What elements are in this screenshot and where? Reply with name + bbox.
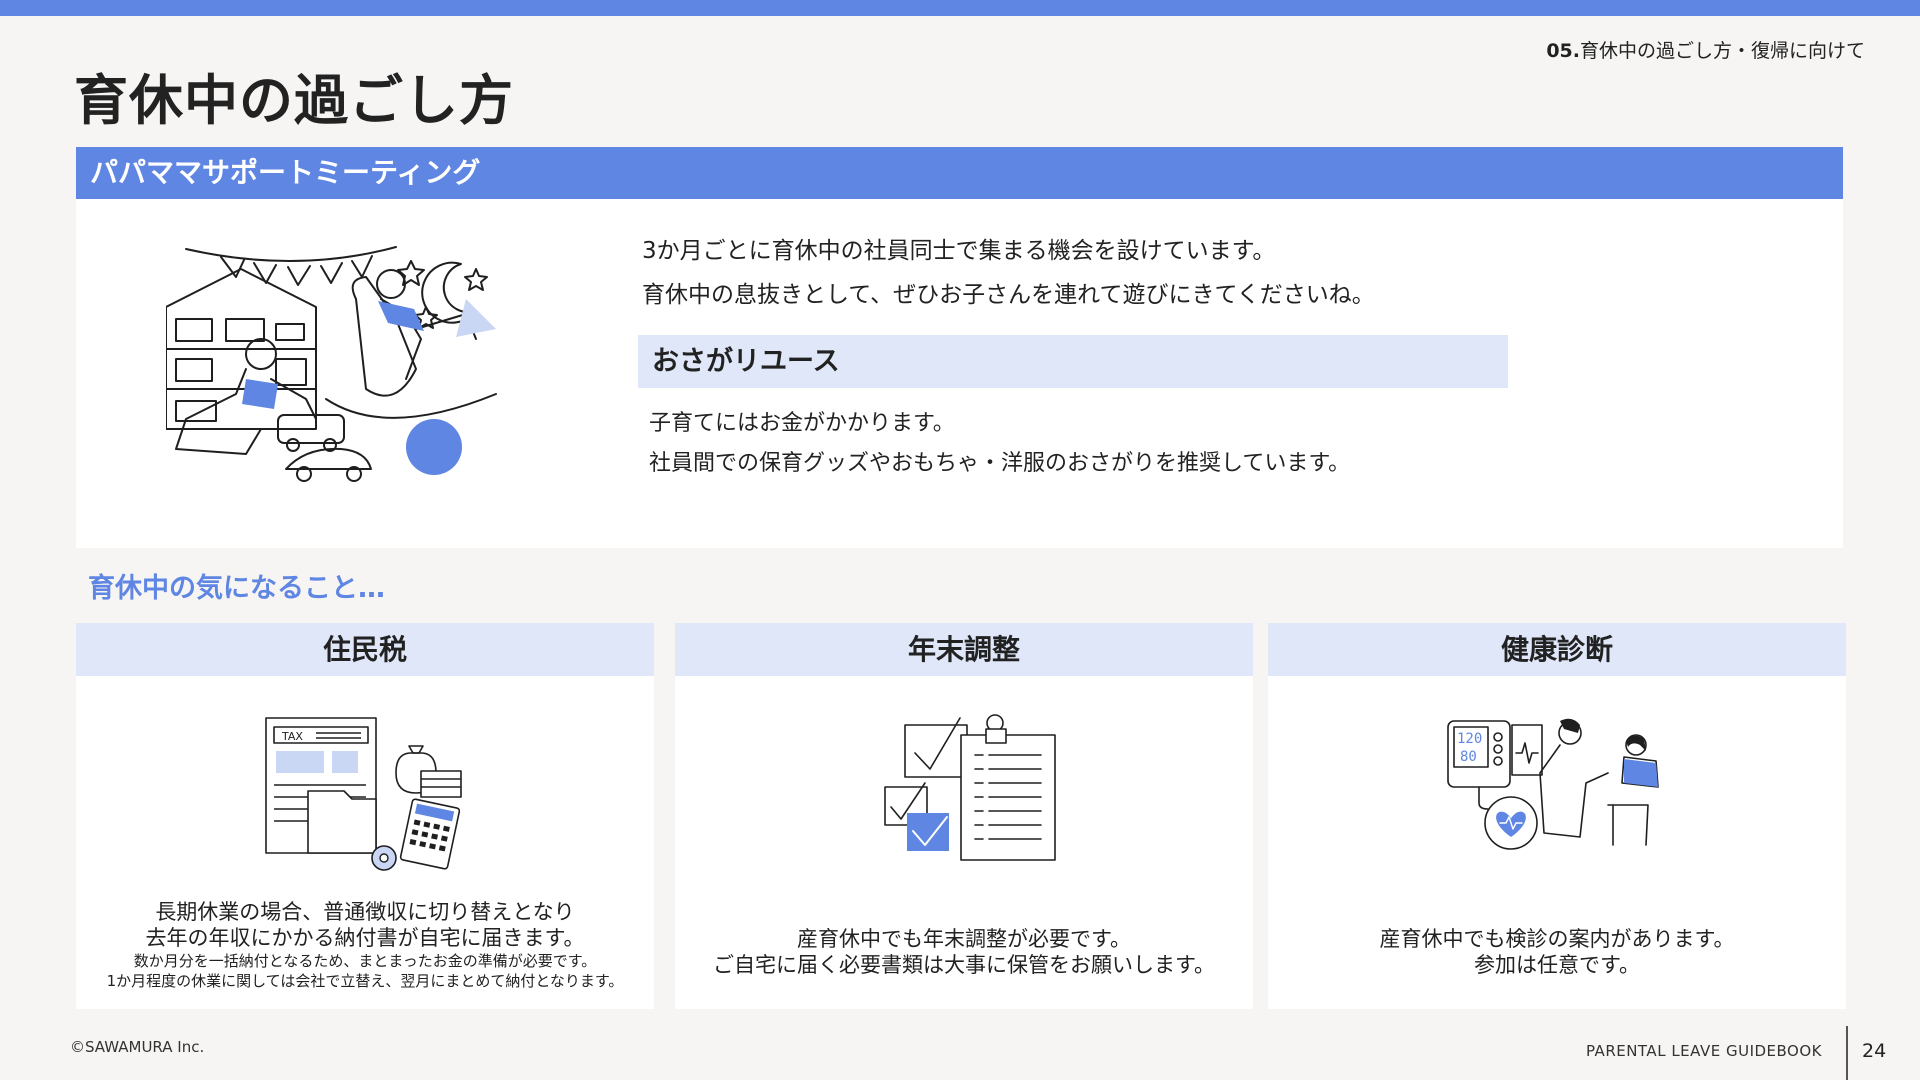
- page-number: 24: [1862, 1040, 1887, 1062]
- osagari-line: 子育てにはお金がかかります。: [649, 411, 955, 436]
- card-main-line: 去年の年収にかかる納付書が自宅に届きます。: [145, 926, 585, 950]
- card-main-line: ご自宅に届く必要書類は大事に保管をお願いします。: [713, 953, 1215, 977]
- osagari-line: 社員間での保育グッズやおもちゃ・洋服のおさがりを推奨しています。: [649, 451, 1351, 476]
- osagari-description: 子育てにはお金がかかります。 社員間での保育グッズやおもちゃ・洋服のおさがりを推…: [649, 404, 1350, 484]
- monitor-diastolic: 80: [1460, 749, 1477, 765]
- card-main-line: 長期休業の場合、普通徴収に切り替えとなり: [155, 900, 575, 924]
- card-health-checkup: 健康診断 120 80 産育休中でも検診の案内があります。 参加は任意です。: [1268, 623, 1846, 1009]
- card-title: 年末調整: [675, 623, 1253, 676]
- card-sub-line: 1か月程度の休業に関しては会社で立替え、翌月にまとめて納付となります。: [106, 972, 624, 990]
- card-sub-line: 数か月分を一括納付となるため、まとまったお金の準備が必要です。: [133, 952, 597, 970]
- meeting-line: 育休中の息抜きとして、ぜひお子さんを連れて遊びにきてくださいね。: [642, 282, 1375, 308]
- meeting-panel: 3か月ごとに育休中の社員同士で集まる機会を設けています。 育休中の息抜きとして、…: [76, 199, 1843, 548]
- section-number: 05.: [1546, 40, 1580, 62]
- copyright: ©SAWAMURA Inc.: [70, 1038, 205, 1056]
- top-accent-bar: [0, 0, 1920, 16]
- card-year-end-adjustment: 年末調整 産育休中でも年末調整が必要です。 ご自宅に届く必要書類は大事に保管をお…: [675, 623, 1253, 1009]
- card-description: 産育休中でも検診の案内があります。 参加は任意です。: [1268, 926, 1846, 978]
- section-title: 育休中の過ごし方・復帰に向けて: [1579, 40, 1865, 62]
- card-main-line: 参加は任意です。: [1474, 953, 1640, 977]
- card-description: 長期休業の場合、普通徴収に切り替えとなり 去年の年収にかかる納付書が自宅に届きま…: [76, 899, 654, 991]
- checklist-clipboard-icon: [884, 714, 1056, 861]
- concerns-heading: 育休中の気になること…: [88, 573, 385, 604]
- health-checkup-icon: 120 80: [1447, 718, 1659, 850]
- family-playing-illustration-icon: [166, 246, 497, 482]
- footer-title: PARENTAL LEAVE GUIDEBOOK: [1585, 1042, 1822, 1060]
- card-main-line: 産育休中でも年末調整が必要です。: [797, 927, 1131, 951]
- section-label: 05.育休中の過ごし方・復帰に向けて: [1546, 36, 1865, 63]
- meeting-line: 3か月ごとに育休中の社員同士で集まる機会を設けています。: [642, 238, 1276, 264]
- card-resident-tax: 住民税 TAX 長期休業の場合、普通徴収に切り替えとなり 去年の年収にかかる納付…: [76, 623, 654, 1009]
- card-main-line: 産育休中でも検診の案内があります。: [1379, 927, 1735, 951]
- meeting-header: パパママサポートミーティング: [76, 147, 1843, 199]
- card-description: 産育休中でも年末調整が必要です。 ご自宅に届く必要書類は大事に保管をお願いします…: [675, 926, 1253, 978]
- meeting-description: 3か月ごとに育休中の社員同士で集まる機会を設けています。 育休中の息抜きとして、…: [642, 229, 1375, 317]
- card-title: 健康診断: [1268, 623, 1846, 676]
- tax-label: TAX: [281, 730, 303, 743]
- footer-divider: [1846, 1026, 1848, 1080]
- tax-documents-icon: TAX: [265, 717, 462, 871]
- page-title: 育休中の過ごし方: [74, 69, 514, 132]
- monitor-systolic: 120: [1457, 731, 1482, 747]
- osagari-header: おさがリユース: [638, 335, 1508, 388]
- card-title: 住民税: [76, 623, 654, 676]
